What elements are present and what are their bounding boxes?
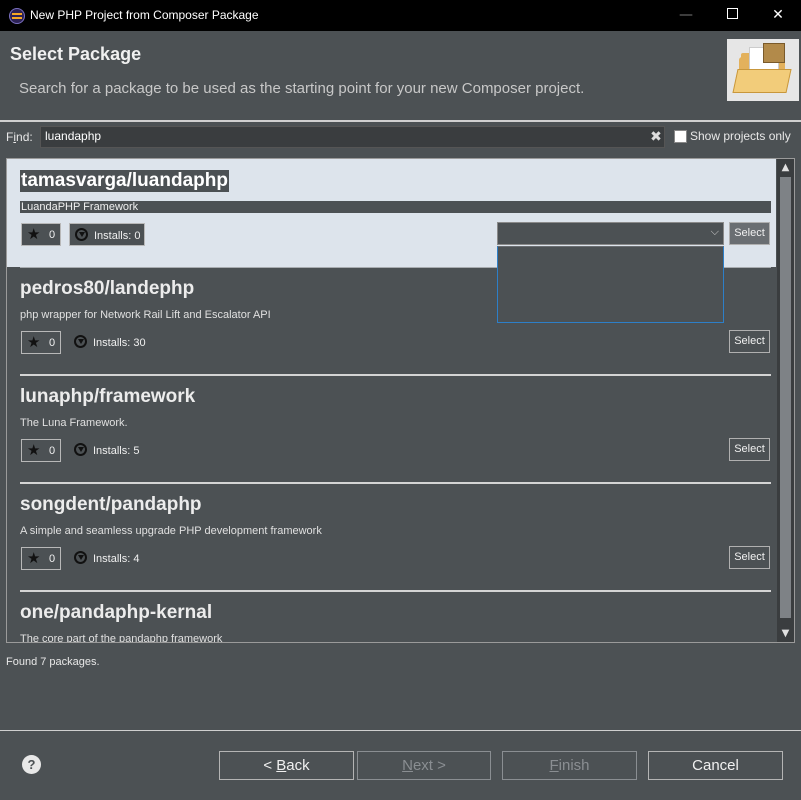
find-label: Find: — [6, 130, 33, 144]
select-button[interactable]: Select — [729, 330, 770, 353]
download-icon — [74, 443, 87, 456]
version-dropdown-list[interactable] — [497, 246, 724, 323]
back-button[interactable]: < Back — [219, 751, 354, 780]
package-item[interactable]: one/pandaphp-kernal The core part of the… — [7, 591, 776, 643]
installs-count: Installs: 30 — [93, 337, 146, 349]
page-description: Search for a package to be used as the s… — [19, 80, 585, 97]
installs-count: Installs: 5 — [93, 445, 140, 457]
stars-badge: ★ 0 — [21, 331, 61, 354]
stars-badge: ★ 0 — [21, 547, 61, 570]
package-description: LuandaPHP Framework — [20, 201, 771, 213]
package-name: one/pandaphp-kernal — [20, 602, 213, 623]
package-box — [763, 43, 785, 63]
minimize-button[interactable]: — — [663, 0, 709, 31]
find-input[interactable]: luandaphp — [40, 126, 665, 148]
package-item[interactable]: lunaphp/framework The Luna Framework. ★ … — [7, 375, 776, 484]
download-icon — [74, 335, 87, 348]
select-button[interactable]: Select — [729, 222, 770, 245]
installs-badge: Installs: 30 — [69, 331, 150, 354]
download-icon — [75, 228, 88, 241]
close-window-button[interactable]: ✕ — [755, 0, 801, 31]
installs-badge: Installs: 0 — [69, 223, 146, 246]
package-list[interactable]: tamasvarga/luandaphp LuandaPHP Framework… — [6, 158, 795, 643]
star-icon: ★ — [27, 549, 41, 567]
package-description: The core part of the pandaphp framework — [20, 633, 223, 643]
help-icon[interactable]: ? — [22, 755, 41, 774]
status-text: Found 7 packages. — [6, 656, 100, 668]
window-title: New PHP Project from Composer Package — [30, 8, 259, 22]
list-scrollbar[interactable]: ▲ ▼ — [777, 159, 794, 642]
stars-count: 0 — [49, 553, 56, 565]
installs-count: Installs: 0 — [94, 230, 141, 242]
stars-badge: ★ 0 — [21, 439, 61, 462]
folder-icon — [727, 39, 799, 101]
star-icon: ★ — [27, 225, 41, 243]
cancel-button[interactable]: Cancel — [648, 751, 783, 780]
package-name: lunaphp/framework — [20, 386, 196, 407]
star-icon: ★ — [27, 441, 41, 459]
select-button[interactable]: Select — [729, 546, 770, 569]
package-description: php wrapper for Network Rail Lift and Es… — [20, 309, 271, 321]
window-titlebar: New PHP Project from Composer Package — … — [0, 0, 801, 31]
package-name: songdent/pandaphp — [20, 494, 202, 515]
select-button[interactable]: Select — [729, 438, 770, 461]
wizard-header: Select Package Search for a package to b… — [1, 31, 800, 119]
finish-button[interactable]: Finish — [502, 751, 637, 780]
show-projects-only-label[interactable]: Show projects only — [690, 129, 791, 143]
stars-count: 0 — [49, 337, 56, 349]
next-button[interactable]: Next > — [357, 751, 491, 780]
scrollbar-thumb[interactable] — [780, 177, 791, 618]
installs-count: Installs: 4 — [93, 553, 140, 565]
installs-badge: Installs: 5 — [69, 439, 143, 462]
clear-search-icon[interactable]: ✖ — [648, 128, 664, 146]
star-icon: ★ — [27, 333, 41, 351]
eclipse-icon — [9, 8, 25, 24]
package-name: pedros80/landephp — [20, 278, 195, 299]
folder-front — [732, 69, 792, 93]
maximize-icon — [726, 8, 738, 19]
footer-separator — [0, 730, 801, 731]
package-description: A simple and seamless upgrade PHP develo… — [20, 525, 322, 537]
scroll-up-icon[interactable]: ▲ — [777, 159, 794, 176]
installs-badge: Installs: 4 — [69, 547, 143, 570]
download-icon — [74, 551, 87, 564]
maximize-button[interactable] — [709, 0, 755, 31]
stars-count: 0 — [49, 445, 56, 457]
package-description: The Luna Framework. — [20, 417, 128, 429]
package-item[interactable]: songdent/pandaphp A simple and seamless … — [7, 483, 776, 592]
show-projects-only-checkbox[interactable] — [674, 130, 687, 143]
scroll-down-icon[interactable]: ▼ — [777, 625, 794, 642]
chevron-down-icon: ⌵ — [710, 225, 719, 238]
page-title: Select Package — [10, 44, 142, 64]
stars-count: 0 — [49, 229, 56, 241]
stars-badge: ★ 0 — [21, 223, 61, 246]
header-separator — [0, 120, 801, 122]
package-name: tamasvarga/luandaphp — [20, 170, 229, 192]
version-combo[interactable]: ⌵ — [497, 222, 724, 245]
